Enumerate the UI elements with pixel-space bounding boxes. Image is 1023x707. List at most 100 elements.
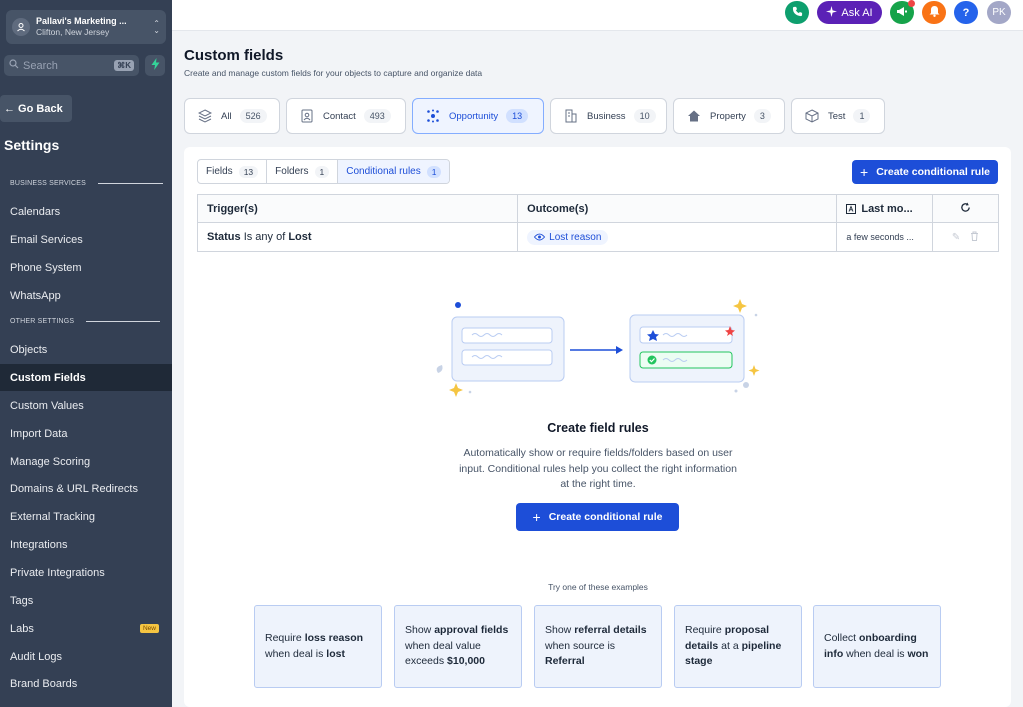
bell-icon — [929, 5, 940, 20]
tab-opportunity[interactable]: Opportunity 13 — [412, 98, 544, 134]
example-text: Collect onboarding info when deal is won — [824, 632, 929, 660]
sidebar: Pallavi's Marketing ... Clifton, New Jer… — [0, 0, 172, 707]
tab-test[interactable]: Test 1 — [791, 98, 885, 134]
opportunity-icon — [425, 108, 441, 124]
quick-actions-button[interactable] — [145, 55, 165, 76]
location-icon — [12, 18, 30, 36]
chevron-updown-icon: ⌃ ⌄ — [153, 19, 160, 35]
trigger-value: Lost — [288, 231, 312, 243]
subtab-fields[interactable]: Fields 13 — [198, 160, 268, 183]
tab-count: 10 — [633, 109, 656, 123]
user-avatar[interactable]: PK — [987, 1, 1011, 24]
subtab-count: 13 — [238, 165, 259, 178]
help-button[interactable]: ? — [954, 1, 978, 24]
sidebar-item-custom-values[interactable]: Custom Values — [0, 392, 172, 419]
example-card[interactable]: Show approval fields when deal value exc… — [394, 605, 522, 688]
tab-all[interactable]: All 526 — [184, 98, 280, 134]
tab-label: Test — [828, 110, 846, 122]
sidebar-item-custom-fields[interactable]: Custom Fields — [0, 364, 172, 391]
lightning-icon — [151, 58, 160, 73]
tab-label: Property — [710, 110, 746, 122]
tab-property[interactable]: Property 3 — [673, 98, 785, 134]
tab-label: Business — [587, 110, 626, 122]
sidebar-item-import-data[interactable]: Import Data — [0, 420, 172, 447]
plus-icon: + — [532, 509, 541, 525]
sidebar-item-manage-scoring[interactable]: Manage Scoring — [0, 448, 172, 475]
sidebar-item-labs[interactable]: Labs New — [0, 615, 172, 642]
column-header-triggers[interactable]: Trigger(s) — [198, 195, 519, 222]
section-business-services: BUSINESS SERVICES — [10, 180, 164, 187]
outcome-cell: Lost reason — [518, 223, 838, 251]
eye-icon — [534, 233, 546, 241]
sidebar-item-brand-boards[interactable]: Brand Boards — [0, 670, 172, 697]
empty-state-create-button[interactable]: + Create conditional rule — [516, 503, 679, 531]
sidebar-item-integrations[interactable]: Integrations — [0, 531, 172, 558]
sidebar-item-external-tracking[interactable]: External Tracking — [0, 503, 172, 530]
trash-icon[interactable] — [970, 231, 979, 244]
sidebar-item-calendars[interactable]: Calendars — [0, 198, 172, 225]
sidebar-item-email-services[interactable]: Email Services — [0, 226, 172, 253]
tab-count: 526 — [239, 109, 267, 123]
building-icon — [563, 108, 579, 124]
column-settings[interactable] — [933, 195, 998, 222]
announcements-button[interactable] — [890, 0, 915, 24]
plus-icon: + — [860, 164, 869, 180]
cube-icon — [804, 108, 820, 124]
search-input[interactable]: Search ⌘K — [4, 55, 139, 76]
tab-contact[interactable]: Contact 493 — [286, 98, 406, 134]
layers-icon — [197, 108, 213, 124]
refresh-icon — [960, 201, 971, 216]
example-text: Show approval fields when deal value exc… — [405, 624, 509, 668]
example-card[interactable]: Show referral details when source is Ref… — [534, 605, 662, 688]
subtab-count: 1 — [314, 165, 330, 178]
contact-card-icon — [299, 108, 315, 124]
example-card[interactable]: Collect onboarding info when deal is won — [813, 605, 941, 688]
empty-state-title: Create field rules — [547, 421, 649, 435]
sidebar-item-tags[interactable]: Tags — [0, 587, 172, 614]
search-icon — [9, 59, 19, 72]
sparkle-icon — [826, 5, 838, 20]
tab-count: 493 — [363, 109, 391, 123]
go-back-button[interactable]: ← Go Back — [0, 95, 72, 122]
account-switcher[interactable]: Pallavi's Marketing ... Clifton, New Jer… — [6, 10, 166, 44]
notifications-button[interactable] — [922, 1, 946, 24]
page-subtitle: Create and manage custom fields for your… — [184, 68, 483, 78]
megaphone-icon — [896, 6, 908, 20]
column-header-last-modified[interactable]: Last mo... — [837, 195, 934, 222]
calendar-icon — [846, 203, 857, 214]
section-other-settings: OTHER SETTINGS — [10, 318, 161, 325]
example-card[interactable]: Require proposal details at a pipeline s… — [674, 605, 802, 688]
ask-ai-button[interactable]: Ask AI — [817, 1, 882, 24]
example-text: Show referral details when source is Ref… — [545, 624, 647, 668]
account-name: Pallavi's Marketing ... — [36, 16, 127, 26]
phone-button[interactable] — [785, 1, 809, 24]
sub-tabs: Fields 13 Folders 1 Conditional rules 1 — [197, 159, 451, 184]
sidebar-item-label: Labs — [10, 622, 34, 635]
subtab-folders[interactable]: Folders 1 — [267, 160, 339, 183]
sidebar-item-phone-system[interactable]: Phone System — [0, 254, 172, 281]
ask-ai-label: Ask AI — [841, 6, 873, 19]
account-location: Clifton, New Jersey — [36, 27, 110, 37]
field-rules-illustration — [436, 299, 760, 397]
sidebar-item-whatsapp[interactable]: WhatsApp — [0, 282, 172, 309]
sidebar-item-private-integrations[interactable]: Private Integrations — [0, 559, 172, 586]
column-header-outcomes[interactable]: Outcome(s) — [518, 195, 838, 222]
tab-count: 1 — [853, 109, 871, 123]
table-header: Trigger(s) Outcome(s) Last mo... — [198, 195, 998, 223]
page-title: Custom fields — [184, 47, 284, 64]
actions-cell: ✎ — [933, 223, 998, 251]
sidebar-item-objects[interactable]: Objects — [0, 336, 172, 363]
tab-business[interactable]: Business 10 — [550, 98, 667, 134]
sidebar-item-audit-logs[interactable]: Audit Logs — [0, 643, 172, 670]
example-card[interactable]: Require loss reason when deal is lost — [254, 605, 382, 688]
search-shortcut: ⌘K — [114, 60, 134, 71]
subtab-conditional-rules[interactable]: Conditional rules 1 — [338, 160, 450, 183]
sidebar-item-domains[interactable]: Domains & URL Redirects — [0, 475, 172, 502]
table-row[interactable]: Status Is any of Lost Lost reason a few … — [198, 223, 998, 251]
example-text: Require proposal details at a pipeline s… — [685, 624, 782, 668]
trigger-field: Status — [207, 231, 241, 243]
outcome-pill: Lost reason — [527, 229, 609, 245]
edit-icon[interactable]: ✎ — [952, 232, 960, 243]
tab-label: All — [221, 110, 232, 122]
create-conditional-rule-button[interactable]: + Create conditional rule — [852, 160, 998, 184]
